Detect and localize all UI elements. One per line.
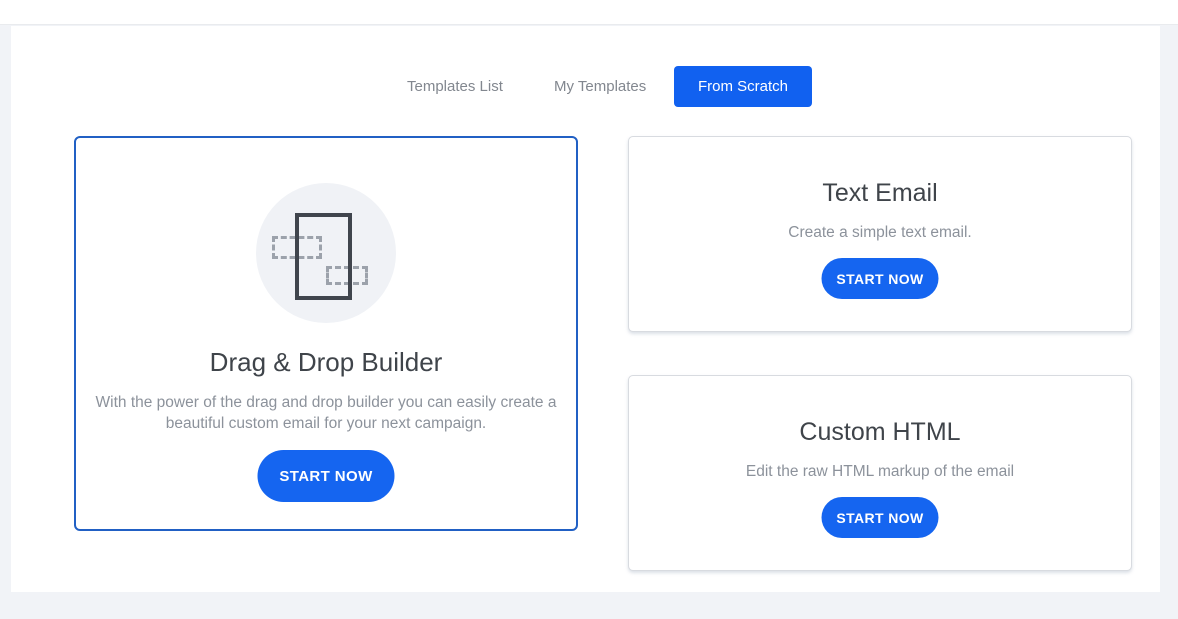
card-drag-drop-builder[interactable]: Drag & Drop Builder With the power of th…: [74, 136, 578, 531]
tab-templates-list[interactable]: Templates List: [407, 78, 503, 95]
card-text-email[interactable]: Text Email Create a simple text email. S…: [628, 136, 1132, 332]
card-description-text-email: Create a simple text email.: [629, 222, 1131, 243]
document-outline-icon: [295, 213, 352, 300]
start-now-button-custom-html[interactable]: START NOW: [822, 497, 939, 538]
start-now-button-drag-drop[interactable]: START NOW: [258, 450, 395, 502]
card-title-text-email: Text Email: [629, 179, 1131, 207]
tab-my-templates[interactable]: My Templates: [554, 78, 646, 95]
card-title-drag-drop: Drag & Drop Builder: [76, 348, 576, 376]
main-panel: Templates List My Templates From Scratch…: [11, 26, 1160, 592]
card-description-custom-html: Edit the raw HTML markup of the email: [629, 461, 1131, 482]
start-now-button-text-email[interactable]: START NOW: [822, 258, 939, 299]
card-custom-html[interactable]: Custom HTML Edit the raw HTML markup of …: [628, 375, 1132, 571]
card-title-custom-html: Custom HTML: [629, 418, 1131, 446]
card-description-drag-drop: With the power of the drag and drop buil…: [76, 392, 576, 434]
tab-from-scratch[interactable]: From Scratch: [674, 66, 812, 107]
top-divider-strip: [0, 0, 1178, 25]
